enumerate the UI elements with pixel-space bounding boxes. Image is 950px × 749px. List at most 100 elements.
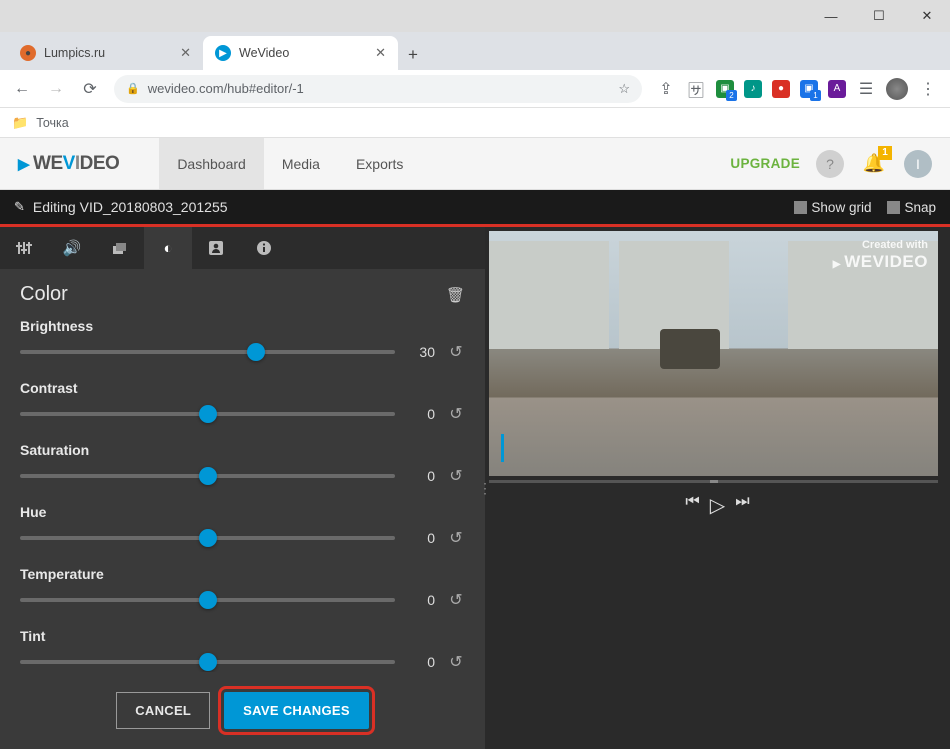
slider-hue: Hue 0 ↺: [20, 504, 465, 548]
tab-lumpics[interactable]: ● Lumpics.ru ✕: [8, 36, 203, 70]
tab-info-icon[interactable]: [240, 227, 288, 269]
ext-red[interactable]: ●: [772, 80, 790, 98]
video-preview[interactable]: Created with ▶ WEVIDEO: [489, 231, 938, 476]
slider-label: Hue: [20, 504, 465, 520]
slider-value: 0: [407, 592, 435, 608]
slider-thumb[interactable]: [199, 529, 217, 547]
vertical-divider[interactable]: ⋮: [482, 227, 488, 749]
showgrid-toggle[interactable]: Show grid: [794, 200, 871, 215]
tab-color-icon[interactable]: ◐: [144, 227, 192, 269]
reset-icon[interactable]: ↺: [447, 404, 465, 424]
ext-teal[interactable]: ♪: [744, 80, 762, 98]
slider-track[interactable]: [20, 412, 395, 416]
slider-track[interactable]: [20, 350, 395, 354]
reset-icon[interactable]: ↺: [447, 466, 465, 486]
translate-icon[interactable]: 🈂: [686, 77, 706, 101]
panel-tabstrip: 🔊 ◐: [0, 227, 485, 269]
ext-blue[interactable]: ▣1: [800, 80, 818, 98]
save-changes-button[interactable]: SAVE CHANGES: [224, 692, 369, 729]
notifications-icon[interactable]: 🔔1: [860, 150, 888, 178]
reading-list-icon[interactable]: ☰: [856, 79, 876, 99]
slider-thumb[interactable]: [199, 653, 217, 671]
url-text: wevideo.com/hub#editor/-1: [148, 81, 304, 96]
slider-label: Tint: [20, 628, 465, 644]
tab-audio-icon[interactable]: 🔊: [48, 227, 96, 269]
extensions: ⇪ 🈂 ▣2 ♪ ● ▣1 A ☰ ⋮: [656, 77, 938, 101]
window-maximize[interactable]: ☐: [864, 2, 894, 30]
star-icon[interactable]: ☆: [618, 81, 630, 97]
slider-label: Saturation: [20, 442, 465, 458]
tab-title: WeVideo: [239, 46, 289, 60]
favicon-lumpics: ●: [20, 45, 36, 61]
reset-icon[interactable]: ↺: [447, 342, 465, 362]
main-nav: Dashboard Media Exports: [159, 138, 421, 189]
slider-track[interactable]: [20, 474, 395, 478]
account-avatar[interactable]: I: [904, 150, 932, 178]
new-tab-button[interactable]: +: [398, 40, 428, 70]
trash-icon[interactable]: 🗑: [446, 286, 465, 304]
nav-exports[interactable]: Exports: [338, 138, 421, 189]
slider-tint: Tint 0 ↺: [20, 628, 465, 672]
reload-button[interactable]: ⟳: [80, 79, 100, 99]
close-tab-icon[interactable]: ✕: [180, 45, 191, 61]
ext-purple[interactable]: A: [828, 80, 846, 98]
slider-label: Contrast: [20, 380, 465, 396]
slider-contrast: Contrast 0 ↺: [20, 380, 465, 424]
slider-thumb[interactable]: [247, 343, 265, 361]
slider-value: 0: [407, 654, 435, 670]
wevideo-logo[interactable]: ▶ WEVIDEO: [18, 153, 119, 175]
slider-value: 0: [407, 468, 435, 484]
url-field[interactable]: 🔒 wevideo.com/hub#editor/-1 ☆: [114, 75, 642, 103]
help-icon[interactable]: ?: [816, 150, 844, 178]
slider-track[interactable]: [20, 598, 395, 602]
bookmark-folder-icon: 📁: [12, 115, 28, 131]
bookmark-item[interactable]: Точка: [36, 116, 69, 130]
slider-thumb[interactable]: [199, 591, 217, 609]
window-minimize[interactable]: —: [816, 2, 846, 30]
nav-media[interactable]: Media: [264, 138, 338, 189]
panel-header: Color 🗑: [0, 269, 485, 314]
snap-toggle[interactable]: Snap: [887, 200, 936, 215]
slider-track[interactable]: [20, 660, 395, 664]
play-icon[interactable]: ▷: [710, 493, 725, 518]
forward-button[interactable]: →: [46, 80, 66, 98]
slider-thumb[interactable]: [199, 405, 217, 423]
window-close[interactable]: ✕: [912, 2, 942, 30]
color-panel: 🔊 ◐ Color 🗑 Brightness 30 ↺ Contrast 0 ↺…: [0, 227, 485, 749]
slider-saturation: Saturation 0 ↺: [20, 442, 465, 486]
panel-title: Color: [20, 283, 68, 306]
close-tab-icon[interactable]: ✕: [375, 45, 386, 61]
slider-temperature: Temperature 0 ↺: [20, 566, 465, 610]
lock-icon: 🔒: [126, 82, 140, 95]
slider-track[interactable]: [20, 536, 395, 540]
kebab-menu-icon[interactable]: ⋮: [918, 79, 938, 99]
app-header: ▶ WEVIDEO Dashboard Media Exports UPGRAD…: [0, 138, 950, 190]
slider-brightness: Brightness 30 ↺: [20, 318, 465, 362]
back-button[interactable]: ←: [12, 80, 32, 98]
editing-label: Editing VID_20180803_201255: [33, 199, 228, 215]
tab-adjust-icon[interactable]: [0, 227, 48, 269]
ext-green[interactable]: ▣2: [716, 80, 734, 98]
tab-person-icon[interactable]: [192, 227, 240, 269]
next-frame-icon[interactable]: ⏭: [735, 493, 749, 518]
reset-icon[interactable]: ↺: [447, 652, 465, 672]
slider-value: 0: [407, 406, 435, 422]
prev-frame-icon[interactable]: ⏮: [685, 493, 699, 518]
tab-wevideo[interactable]: ▶ WeVideo ✕: [203, 36, 398, 70]
share-icon[interactable]: ⇪: [656, 79, 676, 99]
window-titlebar: — ☐ ✕: [0, 0, 950, 32]
sliders-list: Brightness 30 ↺ Contrast 0 ↺ Saturation …: [0, 314, 485, 672]
slider-label: Temperature: [20, 566, 465, 582]
panel-buttons: CANCEL SAVE CHANGES: [0, 672, 485, 749]
reset-icon[interactable]: ↺: [447, 528, 465, 548]
nav-dashboard[interactable]: Dashboard: [159, 138, 264, 189]
cancel-button[interactable]: CANCEL: [116, 692, 210, 729]
tab-layers-icon[interactable]: [96, 227, 144, 269]
upgrade-link[interactable]: UPGRADE: [730, 156, 800, 171]
browser-tabs: ● Lumpics.ru ✕ ▶ WeVideo ✕ +: [0, 32, 950, 70]
profile-avatar[interactable]: [886, 78, 908, 100]
watermark: Created with ▶ WEVIDEO: [833, 239, 928, 273]
slider-thumb[interactable]: [199, 467, 217, 485]
slider-label: Brightness: [20, 318, 465, 334]
reset-icon[interactable]: ↺: [447, 590, 465, 610]
